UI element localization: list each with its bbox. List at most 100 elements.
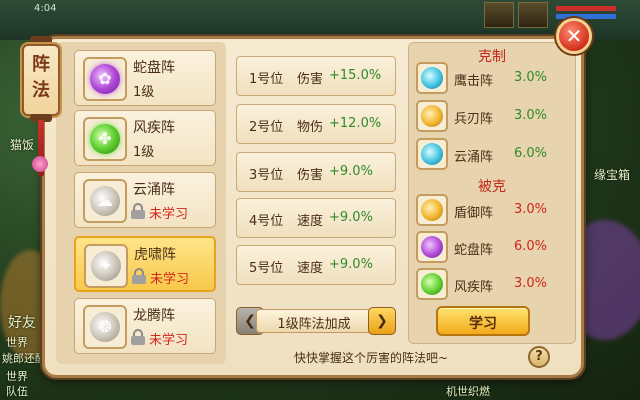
formation-status: 未学习 [149, 207, 189, 222]
next-level-button[interactable]: ❯ [368, 307, 396, 335]
position-name: 1号位 [249, 72, 284, 87]
position-bonus: +9.0% [329, 210, 373, 225]
formation-level: 1级 [133, 85, 155, 100]
counter-value: 6.0% [514, 239, 548, 254]
counter-name: 盾御阵 [454, 206, 494, 221]
position-row: 1号位 伤害 +15.0% [236, 56, 396, 96]
formation-orb-icon: ✤ [90, 124, 120, 154]
position-row: 2号位 物伤 +12.0% [236, 104, 396, 144]
counter-name: 云涌阵 [454, 150, 494, 165]
bg-label: 姚郎还酬 [2, 352, 46, 365]
bg-label: 猫饭 [10, 138, 35, 152]
hint-text: 快快掌握这个厉害的阵法吧~ [293, 351, 449, 365]
bg-label[interactable]: 世界 [6, 368, 28, 384]
position-bonus: +12.0% [329, 116, 382, 131]
avatar[interactable] [484, 2, 514, 28]
formation-orb-icon: ❂ [90, 312, 120, 342]
formation-icon [416, 194, 448, 226]
formation-name: 龙腾阵 [133, 308, 175, 324]
formation-emblem-icon: ✤ [98, 129, 112, 148]
position-row: 4号位 速度 +9.0% [236, 198, 396, 238]
lock-body [131, 210, 145, 219]
formation-icon [416, 100, 448, 132]
position-name: 5号位 [249, 261, 284, 276]
bg-label[interactable]: 好友 [8, 312, 36, 332]
counter-value: 6.0% [514, 146, 548, 161]
level-label: 1级阵法加成 [277, 317, 351, 332]
formation-item[interactable]: ✤ 风疾阵 1级 [74, 110, 216, 166]
bg-label[interactable]: 世界 [6, 334, 28, 350]
formation-name: 风疾阵 [133, 120, 175, 136]
formation-item[interactable]: ☁ 云涌阵未学习 [74, 172, 216, 228]
position-name: 4号位 [249, 214, 284, 229]
mp-bar [556, 14, 616, 19]
position-row: 5号位 速度 +9.0% [236, 245, 396, 285]
formation-emblem-icon: ☁ [97, 191, 113, 210]
formation-emblem-icon: ❂ [98, 317, 112, 336]
formation-orb-icon: ✦ [91, 251, 121, 281]
counter-value: 3.0% [514, 202, 548, 217]
counter-name: 风疾阵 [454, 280, 494, 295]
lock-icon [131, 329, 145, 345]
formation-icon [416, 138, 448, 170]
lock-body [132, 275, 146, 284]
position-attribute: 速度 [297, 261, 324, 276]
formation-emblem-icon: ✦ [99, 256, 113, 275]
learn-button[interactable]: 学习 [436, 306, 530, 336]
formation-item[interactable]: ✿ 蛇盘阵 1级 [74, 50, 216, 106]
formation-icon: ✿ [83, 57, 127, 101]
lock-icon [132, 268, 146, 284]
close-button[interactable]: ✕ [556, 18, 592, 54]
formation-icon: ❂ [83, 305, 127, 349]
counter-row: 盾御阵 3.0% [416, 194, 566, 226]
position-bonus: +15.0% [329, 68, 382, 83]
help-button[interactable]: ? [528, 346, 550, 368]
bg-label[interactable]: 队伍 [6, 383, 28, 399]
formation-orb-icon: ☁ [90, 186, 120, 216]
position-name: 2号位 [249, 120, 284, 135]
position-attribute: 物伤 [297, 120, 324, 135]
formation-orb-icon [421, 199, 443, 221]
counter-name: 鹰击阵 [454, 74, 494, 89]
page-title: 阵法 [22, 52, 60, 104]
chevron-right-icon: ❯ [376, 313, 388, 329]
formation-name: 云涌阵 [133, 182, 175, 198]
lock-body [131, 336, 145, 345]
hp-bar [556, 6, 616, 11]
counter-value: 3.0% [514, 276, 548, 291]
formation-status: 未学习 [150, 272, 190, 287]
avatar[interactable] [518, 2, 548, 28]
lock-icon [131, 203, 145, 219]
formation-icon [416, 62, 448, 94]
formation-status: 未学习 [149, 333, 189, 348]
formation-icon [416, 268, 448, 300]
title-char: 阵 [32, 54, 50, 75]
bg-label: 缘宝箱 [594, 168, 631, 182]
learn-button-label: 学习 [469, 316, 497, 332]
position-attribute: 伤害 [297, 168, 324, 183]
formation-orb-icon [421, 236, 443, 258]
formation-icon: ✦ [84, 244, 128, 288]
counter-value: 3.0% [514, 108, 548, 123]
counter-row: 风疾阵 3.0% [416, 268, 566, 300]
formation-orb-icon: ✿ [90, 64, 120, 94]
formation-icon [416, 231, 448, 263]
bg-label: 机世织燃 [446, 385, 490, 398]
formation-item[interactable]: ❂ 龙腾阵未学习 [74, 298, 216, 354]
counter-row: 鹰击阵 3.0% [416, 62, 566, 94]
formation-orb-icon [421, 67, 443, 89]
formation-icon: ☁ [83, 179, 127, 223]
status-time: 4:04 [34, 3, 57, 14]
countered-by-title: 被克 [478, 179, 506, 195]
counter-name: 兵刃阵 [454, 112, 494, 127]
formation-name: 虎啸阵 [134, 247, 176, 263]
formation-item[interactable]: ✦ 虎啸阵未学习 [74, 236, 216, 292]
counter-value: 3.0% [514, 70, 548, 85]
position-attribute: 速度 [297, 214, 324, 229]
position-bonus: +9.0% [329, 257, 373, 272]
counter-row: 云涌阵 6.0% [416, 138, 566, 170]
formation-icon: ✤ [83, 117, 127, 161]
question-icon: ? [535, 349, 543, 364]
formation-emblem-icon: ✿ [98, 69, 112, 88]
position-row: 3号位 伤害 +9.0% [236, 152, 396, 192]
